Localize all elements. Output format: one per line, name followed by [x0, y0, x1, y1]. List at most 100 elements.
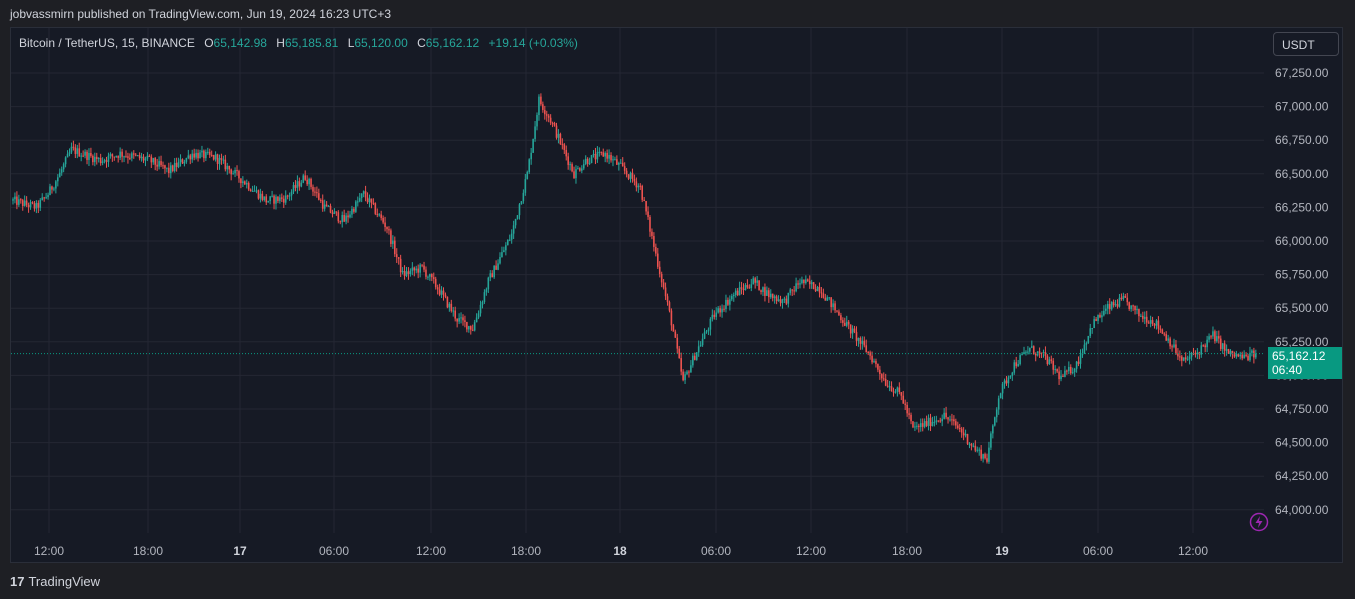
- footer-brand[interactable]: 17 TradingView: [10, 574, 100, 589]
- candle-body: [212, 155, 215, 160]
- candle-body: [1101, 315, 1103, 318]
- candle-body: [812, 282, 815, 289]
- candle-body: [1001, 383, 1004, 394]
- x-tick-label: 12:00: [796, 544, 826, 558]
- candle-body: [999, 393, 1002, 399]
- candle-body: [448, 303, 451, 308]
- candle-body: [257, 190, 260, 199]
- x-tick-label: 06:00: [701, 544, 731, 558]
- candle-body: [912, 421, 914, 428]
- candle-body: [1128, 302, 1131, 310]
- chart-frame[interactable]: 67,250.00 67,000.00 66,750.00 66,500.00 66,2…: [10, 27, 1343, 563]
- candle-body: [76, 148, 79, 154]
- candle-body: [90, 152, 92, 156]
- candle-body: [674, 331, 677, 338]
- candle-body: [456, 318, 458, 322]
- candle-body: [117, 156, 119, 158]
- candle-body: [785, 298, 788, 304]
- x-tick-label: 19: [995, 544, 1009, 558]
- candle-body: [80, 155, 82, 157]
- y-tick-label: 64,250.00: [1275, 469, 1329, 483]
- candle-body: [1085, 343, 1088, 345]
- candle-body: [125, 156, 127, 158]
- candle-body: [705, 331, 708, 333]
- candle-body: [466, 321, 468, 330]
- candle-body: [337, 212, 340, 222]
- candle-body: [16, 196, 18, 205]
- candle-body: [1046, 355, 1049, 364]
- candle-body: [561, 144, 564, 146]
- candle-body: [1097, 314, 1099, 321]
- candle-body: [997, 398, 1000, 410]
- candlestick-chart[interactable]: 67,250.00 67,000.00 66,750.00 66,500.00 66,2…: [11, 28, 1342, 562]
- candle-body: [956, 425, 959, 428]
- currency-button[interactable]: USDT: [1273, 32, 1339, 56]
- last-price-tag: 65,162.12 06:40: [1268, 347, 1342, 379]
- candle-body: [526, 172, 529, 180]
- candle-body: [187, 155, 190, 159]
- candle-body: [1163, 333, 1166, 335]
- candle-body: [86, 151, 88, 160]
- candle-body: [1013, 362, 1016, 373]
- lightning-icon[interactable]: [1249, 512, 1269, 532]
- candle-body: [542, 104, 544, 110]
- candle-body: [107, 155, 110, 162]
- candle-body: [366, 197, 369, 203]
- candle-body: [1169, 338, 1171, 347]
- candle-body: [134, 154, 137, 156]
- candle-body: [101, 161, 104, 164]
- candle-body: [1194, 353, 1197, 355]
- candle-body: [164, 165, 166, 169]
- candle-body: [701, 338, 704, 346]
- candle-body: [380, 214, 382, 218]
- candle-body: [1214, 331, 1216, 342]
- candle-body: [57, 177, 59, 182]
- candle-body: [822, 293, 825, 298]
- candle-body: [845, 321, 848, 326]
- candle-body: [553, 123, 556, 126]
- candle-body: [627, 174, 630, 179]
- candle-body: [1134, 305, 1136, 311]
- candle-body: [207, 151, 209, 153]
- candle-body: [351, 208, 353, 215]
- candle-body: [1147, 322, 1150, 324]
- candle-body: [1251, 350, 1253, 353]
- candle-body: [729, 299, 731, 305]
- candle-body: [436, 287, 439, 290]
- candle-body: [33, 203, 36, 209]
- candle-body: [261, 193, 264, 200]
- candle-body: [273, 195, 275, 204]
- symbol-name[interactable]: Bitcoin / TetherUS, 15, BINANCE: [19, 36, 195, 50]
- bar-countdown: 06:40: [1272, 363, 1303, 377]
- y-tick-label: 67,250.00: [1275, 66, 1329, 80]
- symbol-legend[interactable]: Bitcoin / TetherUS, 15, BINANCE O65,142.…: [19, 36, 584, 50]
- candle-body: [142, 156, 145, 161]
- candle-body: [1048, 359, 1051, 364]
- candle-body: [787, 292, 790, 304]
- candle-body: [240, 178, 242, 184]
- candle-body: [1159, 328, 1162, 330]
- candle-body: [598, 151, 601, 153]
- candle-body: [972, 445, 975, 447]
- candle-body: [902, 395, 905, 404]
- candle-body: [1062, 375, 1064, 377]
- candle-body: [1241, 354, 1243, 359]
- candle-body: [353, 208, 355, 212]
- candle-body: [255, 190, 258, 192]
- candle-body: [1171, 346, 1173, 348]
- candle-body: [1056, 369, 1058, 372]
- candle-body: [602, 152, 605, 157]
- candle-body: [619, 162, 622, 164]
- candle-body: [653, 236, 655, 247]
- candle-body: [1165, 334, 1168, 341]
- candle-body: [193, 153, 195, 158]
- candle-body: [604, 152, 606, 157]
- candle-body: [339, 221, 342, 223]
- candle-body: [799, 283, 801, 285]
- candle-body: [879, 369, 881, 375]
- candle-body: [438, 289, 441, 295]
- candle-body: [1175, 344, 1177, 354]
- candle-body: [588, 163, 591, 165]
- candle-body: [210, 154, 213, 156]
- candle-body: [828, 297, 831, 299]
